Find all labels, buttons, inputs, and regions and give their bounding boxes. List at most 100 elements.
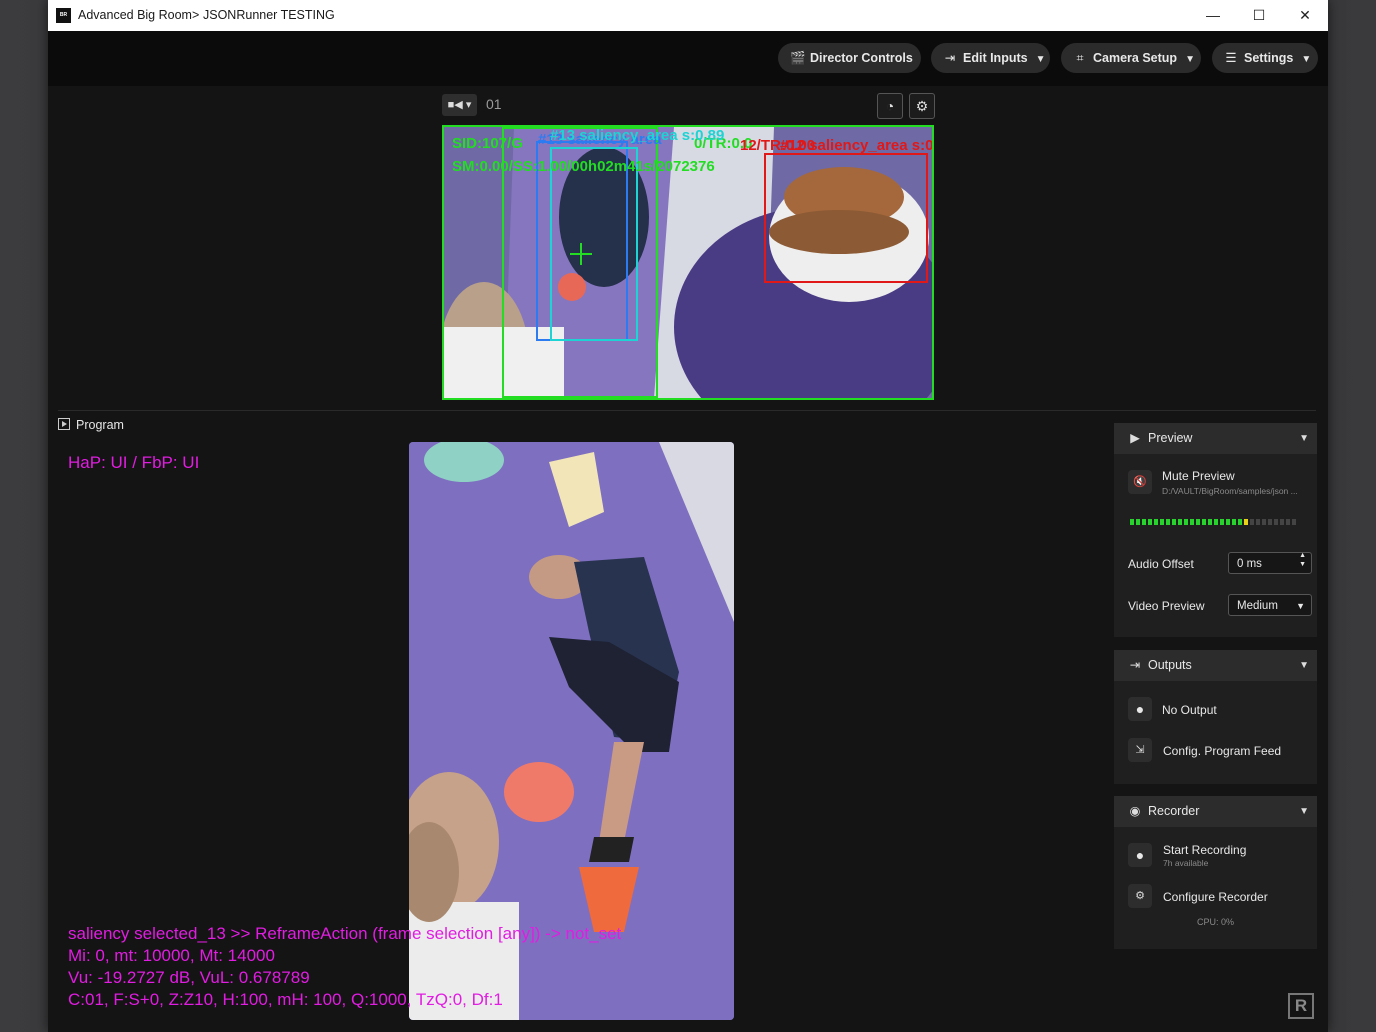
settings-button[interactable]: ☰ Settings ▼ xyxy=(1212,43,1318,73)
settings-label: Settings xyxy=(1244,51,1294,65)
input-icon: ⇥ xyxy=(944,51,956,65)
program-overlay-line4: C:01, F:S+0, Z:Z10, H:100, mH: 100, Q:10… xyxy=(68,990,503,1009)
close-button[interactable]: ✕ xyxy=(1282,0,1328,31)
record-dot-icon: ● xyxy=(1135,847,1145,863)
meter-segment xyxy=(1142,519,1146,525)
detection-box-cyan xyxy=(550,147,638,341)
outputs-panel-header[interactable]: ⇥ Outputs ▼ xyxy=(1114,650,1317,681)
window-title: Advanced Big Room xyxy=(78,8,192,22)
gauge-icon: ◔ xyxy=(885,98,895,114)
chevron-down-icon: ▼ xyxy=(1296,601,1305,611)
chevron-down-icon: ▼ xyxy=(1301,54,1312,65)
meter-segment xyxy=(1262,519,1266,525)
clapperboard-icon: 🎬 xyxy=(790,51,806,65)
meter-segment xyxy=(1154,519,1158,525)
start-recording-button[interactable]: ● xyxy=(1128,843,1152,867)
preview-panel: ▶ Preview ▼ 🔇 Mute Preview D:/VAULT/BigRo… xyxy=(1114,423,1317,637)
preview-panel-header[interactable]: ▶ Preview ▼ xyxy=(1114,423,1317,454)
meter-segment xyxy=(1220,519,1224,525)
video-preview-label: Video Preview xyxy=(1128,599,1205,613)
camera-number: 01 xyxy=(486,96,502,112)
camera-preview[interactable]: SID:107/G 0/TR:0.0 SM:0.00/SS:1.00/00h02… xyxy=(442,125,934,400)
director-controls-button[interactable]: 🎬 Director Controls xyxy=(778,43,921,73)
brand-logo-icon: R xyxy=(1288,993,1314,1019)
camera-setup-button[interactable]: ⌗ Camera Setup ▼ xyxy=(1061,43,1201,73)
saliency-label-red: #12 saliency_area s:0 xyxy=(780,137,934,154)
camera-overlay-line1: SID:107/G xyxy=(452,135,523,152)
record-circle-icon: ◉ xyxy=(1129,804,1141,818)
audio-offset-value: 0 ms xyxy=(1237,558,1262,570)
edit-inputs-label: Edit Inputs xyxy=(963,51,1028,65)
title-bar: BR Advanced Big Room > JSONRunner TESTIN… xyxy=(48,0,1328,31)
program-overlay-top: HaP: UI / FbP: UI xyxy=(68,453,200,472)
meter-segment xyxy=(1244,519,1248,525)
top-toolbar: 🎬 Director Controls ⇥ Edit Inputs ▼ ⌗ Camera… xyxy=(48,31,1328,86)
output-icon: ⇥ xyxy=(1129,658,1141,672)
outputs-title: Outputs xyxy=(1148,658,1192,672)
section-divider xyxy=(58,410,1316,411)
meter-segment xyxy=(1280,519,1284,525)
maximize-button[interactable]: ☐ xyxy=(1236,0,1282,31)
meter-segment xyxy=(1172,519,1176,525)
meter-segment xyxy=(1178,519,1182,525)
gear-icon: ⚙ xyxy=(1135,890,1145,902)
app-logo-icon: BR xyxy=(56,8,71,23)
stepper-arrows-icon: ▲ ▼ xyxy=(1299,552,1306,568)
meter-segment xyxy=(1214,519,1218,525)
chevron-down-icon: ▼ xyxy=(1299,806,1309,817)
meter-segment xyxy=(1130,519,1134,525)
recorder-panel-header[interactable]: ◉ Recorder ▼ xyxy=(1114,796,1317,827)
meter-segment xyxy=(1256,519,1260,525)
camera-settings-button[interactable]: ⚙ xyxy=(909,93,935,119)
camera-overlay-line2: SM:0.00/SS:1.00/00h02m41s/2072376 xyxy=(452,158,715,175)
configure-recorder-button[interactable]: ⚙ xyxy=(1128,884,1152,908)
video-camera-icon: ■◀ xyxy=(447,99,463,111)
meter-segment xyxy=(1202,519,1206,525)
director-controls-label: Director Controls xyxy=(810,51,913,65)
meter-segment xyxy=(1274,519,1278,525)
menu-icon: ☰ xyxy=(1225,51,1237,65)
window-subtitle: JSONRunner TESTING xyxy=(203,8,335,22)
video-preview-select[interactable]: Medium ▼ xyxy=(1228,594,1312,616)
audio-offset-stepper[interactable]: 0 ms ▲ ▼ xyxy=(1228,552,1312,574)
camera-select-dropdown[interactable]: ■◀ ▾ xyxy=(442,94,477,116)
speaker-mute-icon: 🔇 xyxy=(1133,476,1147,488)
start-recording-label: Start Recording xyxy=(1163,843,1247,857)
mute-preview-button[interactable]: 🔇 xyxy=(1128,470,1152,494)
meter-segment xyxy=(1190,519,1194,525)
meter-segment xyxy=(1238,519,1242,525)
app-window: BR Advanced Big Room > JSONRunner TESTIN… xyxy=(48,0,1328,1032)
chevron-down-icon: ▼ xyxy=(1299,660,1309,671)
config-program-feed-label: Config. Program Feed xyxy=(1163,744,1282,758)
no-output-label: No Output xyxy=(1162,703,1217,717)
minimize-button[interactable]: — xyxy=(1190,0,1236,31)
mute-preview-label: Mute Preview xyxy=(1162,469,1235,483)
no-output-button[interactable]: ● xyxy=(1128,697,1152,721)
meter-segment xyxy=(1250,519,1254,525)
edit-inputs-button[interactable]: ⇥ Edit Inputs ▼ xyxy=(931,43,1050,73)
audio-level-meter xyxy=(1130,519,1300,525)
play-icon xyxy=(58,418,70,430)
feed-config-icon: ⇲ xyxy=(1135,744,1145,756)
meter-segment xyxy=(1136,519,1140,525)
speed-gauge-button[interactable]: ◔ xyxy=(877,93,903,119)
saliency-label-cyan: #13 saliency_area s:0.89 xyxy=(550,127,725,144)
preview-source-path: D:/VAULT/BigRoom/samples/json ... xyxy=(1162,486,1298,496)
config-program-feed-button[interactable]: ⇲ xyxy=(1128,738,1152,762)
gear-icon: ⚙ xyxy=(915,98,929,114)
target-crosshair-v xyxy=(580,243,582,265)
camera-area: ■◀ ▾ 01 ◔ ⚙ SID:107/G 0/TR:0.0 SM:0.00/S… xyxy=(48,86,1328,410)
record-dot-icon: ● xyxy=(1135,701,1145,717)
recorder-title: Recorder xyxy=(1148,804,1200,818)
video-preview-value: Medium xyxy=(1237,600,1278,612)
chevron-down-icon: ▼ xyxy=(1035,54,1046,65)
program-overlay-line3: Vu: -19.2727 dB, VuL: 0.678789 xyxy=(68,968,310,987)
preview-title: Preview xyxy=(1148,431,1193,445)
meter-segment xyxy=(1226,519,1230,525)
outputs-panel: ⇥ Outputs ▼ ● No Output ⇲ Config. Program… xyxy=(1114,650,1317,784)
meter-segment xyxy=(1184,519,1188,525)
program-overlay-line2: Mi: 0, mt: 10000, Mt: 14000 xyxy=(68,946,275,965)
recorder-panel: ◉ Recorder ▼ ● Start Recording 7h availab… xyxy=(1114,796,1317,949)
meter-segment xyxy=(1166,519,1170,525)
meter-segment xyxy=(1268,519,1272,525)
